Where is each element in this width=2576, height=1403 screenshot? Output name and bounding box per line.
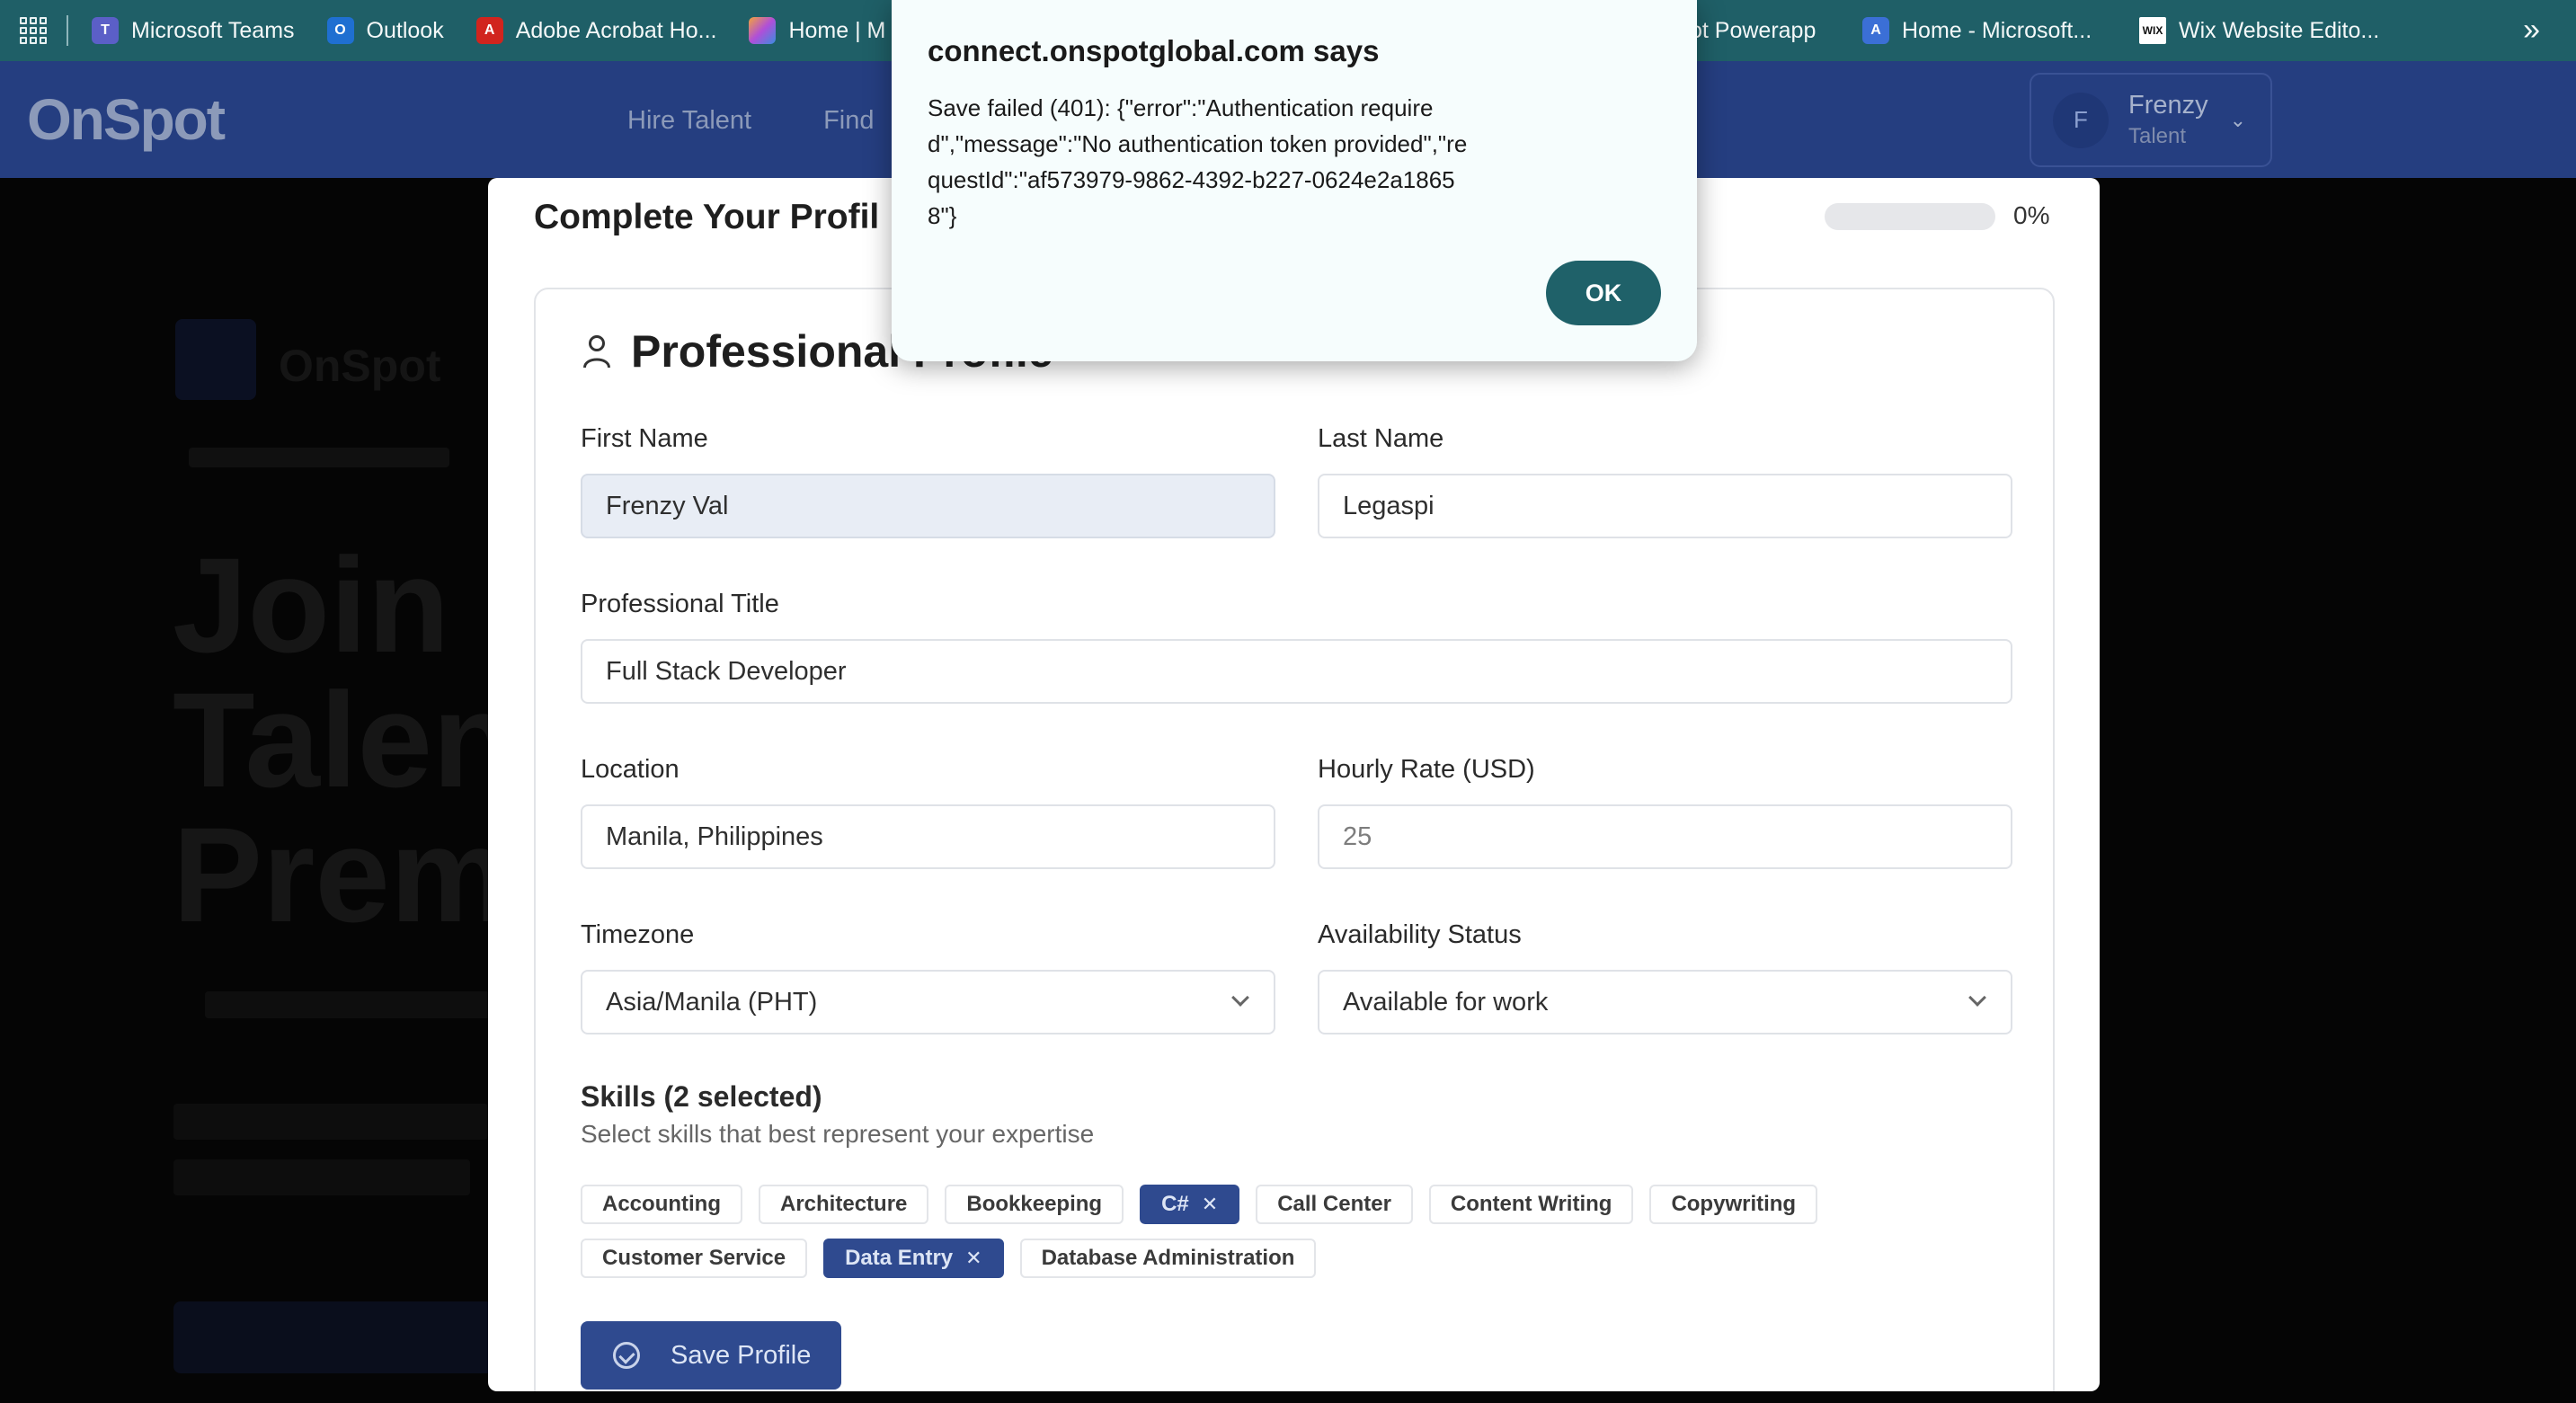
alert-title: connect.onspotglobal.com says: [928, 34, 1380, 67]
user-menu[interactable]: F Frenzy Talent ⌄: [2030, 73, 2272, 167]
user-name: Frenzy: [2128, 91, 2208, 120]
first-name-field[interactable]: Frenzy Val: [581, 474, 1275, 538]
onspot-logo[interactable]: OnSpot: [27, 86, 226, 153]
skills-title: Skills (2 selected): [581, 1080, 822, 1113]
background-text-line: [173, 1159, 470, 1195]
check-circle-icon: [613, 1342, 640, 1369]
bookmark-label: Home | M: [788, 17, 886, 43]
skill-chip-label: Database Administration: [1041, 1246, 1295, 1270]
availability-label: Availability Status: [1318, 920, 1522, 949]
skill-chip-label: Call Center: [1277, 1192, 1391, 1216]
background-logo-mark: [175, 319, 256, 400]
last-name-label: Last Name: [1318, 424, 1444, 453]
chevron-down-icon: [1968, 989, 1986, 1007]
acrobat-icon: A: [475, 17, 503, 44]
chevron-down-icon: [1231, 989, 1249, 1007]
remove-skill-icon[interactable]: ✕: [1202, 1193, 1218, 1216]
skill-chip-label: Data Entry: [845, 1246, 954, 1270]
timezone-label: Timezone: [581, 920, 695, 949]
background-logo-text: OnSpot: [279, 341, 441, 391]
hourly-rate-label: Hourly Rate (USD): [1318, 755, 1535, 784]
skill-chip[interactable]: Call Center: [1256, 1185, 1413, 1224]
nav-find[interactable]: Find: [823, 106, 874, 136]
browser-alert-dialog: connect.onspotglobal.com says Save faile…: [892, 0, 1697, 361]
last-name-field[interactable]: Legaspi: [1318, 474, 2012, 538]
skill-chip-label: Content Writing: [1450, 1192, 1612, 1216]
skill-chip-label: C#: [1161, 1192, 1189, 1216]
skill-chip[interactable]: Content Writing: [1428, 1185, 1634, 1224]
skills-chip-list: Accounting Architecture Bookkeeping C# ✕ Call…: [581, 1185, 1839, 1278]
chevron-down-icon: ⌄: [2229, 108, 2247, 131]
main-nav: Hire Talent Find: [627, 106, 875, 136]
background-text-line: [173, 1104, 488, 1140]
professional-title-field[interactable]: Full Stack Developer: [581, 639, 2012, 704]
avatar: F: [2053, 92, 2109, 148]
background-stats: [205, 991, 493, 1018]
location-field[interactable]: Manila, Philippines: [581, 804, 1275, 869]
skill-chip[interactable]: Architecture: [759, 1185, 929, 1224]
bookmark-label: Outlook: [366, 17, 444, 43]
skill-chip-label: Customer Service: [602, 1246, 786, 1270]
skill-chip[interactable]: Copywriting: [1649, 1185, 1818, 1224]
more-bookmarks-icon[interactable]: »: [2523, 13, 2540, 48]
bookmark-label: Adobe Acrobat Ho...: [515, 17, 717, 43]
first-name-label: First Name: [581, 424, 708, 453]
availability-value: Available for work: [1343, 987, 1549, 1017]
skill-chip-label: Accounting: [602, 1192, 721, 1216]
bookmark-home-microsoft[interactable]: A Home - Microsoft...: [1862, 17, 2092, 44]
remove-skill-icon[interactable]: ✕: [965, 1247, 982, 1270]
professional-title-label: Professional Title: [581, 590, 779, 618]
skill-chip-label: Bookkeeping: [966, 1192, 1103, 1216]
save-profile-label: Save Profile: [671, 1340, 812, 1370]
profile-progress-label: 0%: [2013, 201, 2050, 229]
bookmark-label: Microsoft Teams: [131, 17, 295, 43]
modal-title: Complete Your Profil: [534, 198, 880, 236]
bookmark-copilot[interactable]: Home | M: [749, 17, 885, 44]
save-profile-button[interactable]: Save Profile: [581, 1321, 841, 1390]
alert-message: Save failed (401): {"error":"Authenticat…: [928, 94, 1468, 229]
location-label: Location: [581, 755, 680, 784]
bookmark-teams[interactable]: T Microsoft Teams: [92, 17, 295, 44]
skill-chip[interactable]: Customer Service: [581, 1239, 808, 1278]
hourly-rate-field[interactable]: 25: [1318, 804, 2012, 869]
user-icon: [583, 335, 610, 369]
bookmark-label: Wix Website Edito...: [2179, 17, 2380, 43]
wix-icon: WIX: [2139, 17, 2166, 44]
skill-chip-label: Architecture: [780, 1192, 908, 1216]
skill-chip-label: Copywriting: [1671, 1192, 1797, 1216]
skill-chip[interactable]: Database Administration: [1019, 1239, 1317, 1278]
apps-grid-icon[interactable]: [20, 17, 47, 44]
availability-select[interactable]: Available for work: [1318, 970, 2012, 1034]
microsoft-icon: A: [1862, 17, 1889, 44]
outlook-icon: O: [326, 17, 354, 44]
bookmarks-divider: [67, 15, 68, 46]
nav-hire-talent[interactable]: Hire Talent: [627, 106, 751, 136]
copilot-icon: [749, 17, 777, 44]
skill-chip[interactable]: C# ✕: [1140, 1185, 1240, 1224]
background-headline: Join Talen Prem: [173, 529, 515, 950]
user-role: Talent: [2128, 124, 2187, 148]
bookmark-acrobat[interactable]: A Adobe Acrobat Ho...: [475, 17, 717, 44]
timezone-select[interactable]: Asia/Manila (PHT): [581, 970, 1275, 1034]
background-tagline: [189, 448, 449, 467]
skill-chip[interactable]: Bookkeeping: [945, 1185, 1124, 1224]
bookmark-wix[interactable]: WIX Wix Website Edito...: [2139, 17, 2379, 44]
timezone-value: Asia/Manila (PHT): [606, 987, 818, 1017]
professional-profile-card: Professional Profile First Name Frenzy V…: [534, 288, 2055, 1391]
profile-progress-bar: [1825, 203, 1995, 230]
bookmark-label: Home - Microsoft...: [1902, 17, 2092, 43]
skill-chip[interactable]: Accounting: [581, 1185, 742, 1224]
bookmark-outlook[interactable]: O Outlook: [326, 17, 444, 44]
skills-subtitle: Select skills that best represent your e…: [581, 1120, 1095, 1148]
alert-ok-button[interactable]: OK: [1546, 261, 1661, 325]
skill-chip[interactable]: Data Entry ✕: [823, 1239, 1004, 1278]
teams-icon: T: [92, 17, 119, 44]
bookmark-powerapp[interactable]: ot Powerapp: [1690, 18, 1816, 44]
background-cta: [173, 1301, 506, 1373]
bookmark-label: ot Powerapp: [1690, 17, 1817, 43]
